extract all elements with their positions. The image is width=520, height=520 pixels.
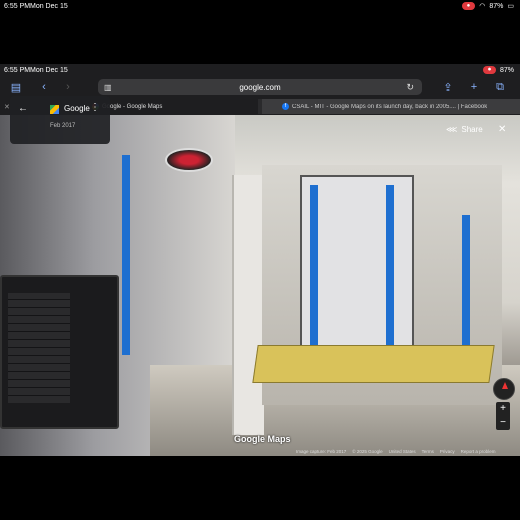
share-label: Share (461, 125, 483, 134)
status-time-2: 6:55 PM (4, 67, 31, 74)
share-alt-icon: ⋘ (446, 125, 458, 134)
report-link[interactable]: Report a problem (461, 449, 496, 456)
forward-icon[interactable]: › (60, 79, 76, 95)
ios-status-bar: 6:55 PM Mon Dec 15 ● ◠ 87% ▭ (0, 0, 520, 13)
recording-badge: ⏺ (482, 66, 496, 74)
privacy-link[interactable]: Privacy (440, 449, 455, 456)
blue-handrail (122, 155, 130, 355)
address-bar[interactable]: ▥ google.com ↻ (98, 79, 422, 95)
url-text: google.com (239, 82, 281, 92)
google-logo-icon (50, 105, 59, 114)
battery-percent-2: 87% (499, 66, 514, 74)
place-title: Google (64, 104, 90, 113)
blue-strut-2 (386, 185, 394, 355)
more-icon[interactable]: ⋮ (90, 102, 100, 113)
country-link[interactable]: United States (389, 449, 416, 456)
close-tab-icon[interactable]: ✕ (4, 103, 10, 111)
blue-strut-1 (310, 185, 318, 355)
new-tab-icon[interactable]: + (466, 79, 482, 95)
back-icon[interactable]: ‹ (36, 79, 52, 95)
yellow-worktable (252, 345, 495, 383)
battery-percent: 87% (489, 2, 504, 10)
tab-facebook[interactable]: f CSAIL - MIT - Google Maps on its launc… (262, 99, 520, 114)
status-overlay: 6:55 PM Mon Dec 15 ⏺ 87% (0, 64, 520, 77)
google-maps-logo: Google Maps (234, 434, 291, 444)
battery-icon: ▭ (507, 3, 514, 10)
safari-toolbar: ▤ ‹ › ▥ google.com ↻ ⇪ + ⧉ (0, 77, 520, 97)
status-time: 6:55 PM (4, 3, 31, 10)
zoom-out-icon[interactable]: − (496, 416, 510, 430)
reload-icon[interactable]: ↻ (406, 82, 414, 93)
zoom-control: + − (496, 402, 510, 430)
status-right: ● ◠ 87% ▭ (461, 2, 514, 10)
capture-date: Feb 2017 (50, 123, 76, 129)
blue-strut-3 (462, 215, 470, 345)
status-date: Mon Dec 15 (30, 3, 68, 10)
wifi-icon: ◠ (479, 3, 486, 10)
image-capture: Image capture: Feb 2017 (296, 449, 347, 454)
laptop-keyboard (8, 293, 70, 403)
back-arrow-icon[interactable]: ← (18, 103, 28, 114)
laptop (0, 275, 119, 429)
terms-link[interactable]: Terms (422, 449, 434, 456)
recording-indicator: ● (461, 2, 476, 10)
map-footer: Image capture: Feb 2017 © 2025 Google Un… (296, 449, 520, 456)
tabs-icon[interactable]: ⧉ (492, 79, 508, 95)
compass-icon[interactable] (493, 378, 515, 400)
mission-patch (165, 148, 213, 172)
tab-label-2: CSAIL - MIT - Google Maps on its launch … (292, 103, 488, 110)
street-view-panorama[interactable] (0, 115, 520, 456)
status-right-2: ⏺ 87% (482, 66, 514, 74)
reader-icon[interactable]: ▥ (104, 83, 112, 92)
sidebar-icon[interactable]: ▤ (8, 79, 24, 95)
share-button[interactable]: ⋘ Share (446, 125, 483, 134)
copyright: © 2025 Google (352, 449, 383, 454)
tab-label: Google - Google Maps (102, 103, 163, 110)
close-icon[interactable]: ✕ (498, 124, 506, 135)
status-date-2: Mon Dec 15 (30, 67, 68, 74)
place-card: ← Google ⋮ Feb 2017 (10, 96, 110, 144)
share-icon[interactable]: ⇪ (440, 79, 456, 95)
center-panel (232, 175, 264, 435)
facebook-favicon-icon: f (282, 103, 289, 110)
zoom-in-icon[interactable]: + (496, 402, 510, 416)
